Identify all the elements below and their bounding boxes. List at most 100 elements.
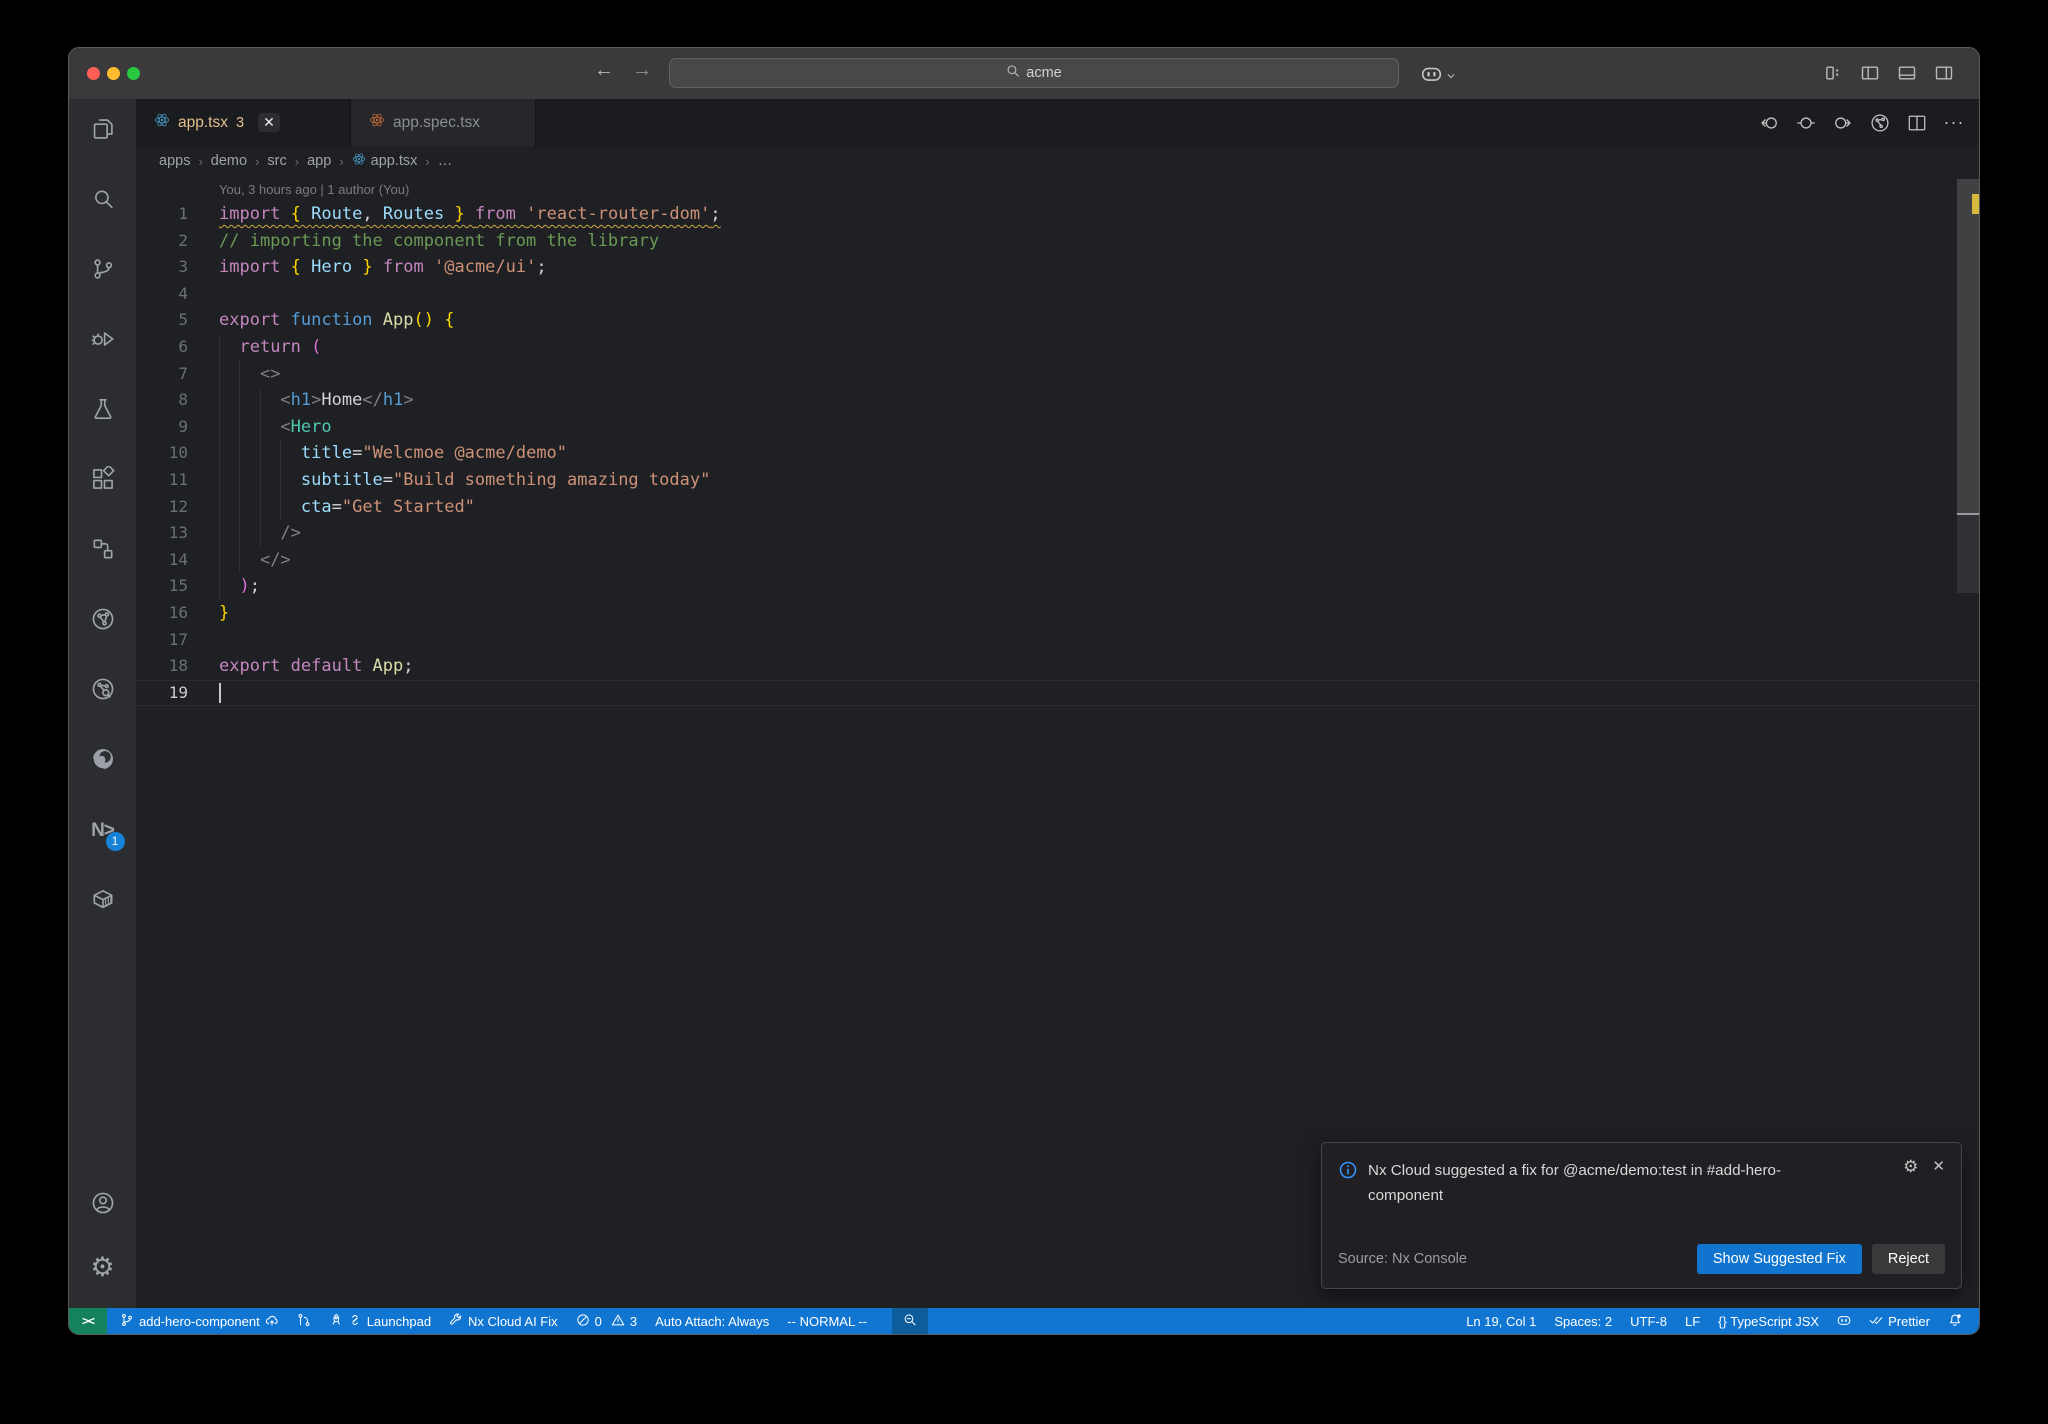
activity-item-project-graph[interactable] (90, 538, 116, 564)
activity-item-containers[interactable] (90, 888, 116, 914)
status-formatter[interactable]: Prettier (1862, 1308, 1937, 1334)
tab-app.spec.tsx[interactable]: app.spec.tsx (351, 99, 536, 146)
line-number: 5 (178, 310, 188, 330)
command-center-search[interactable]: acme (669, 58, 1399, 88)
breadcrumb-more[interactable]: … (438, 153, 453, 169)
toggle-primary-sidebar-icon[interactable] (1860, 63, 1880, 83)
code-line-5[interactable]: 5 export function App() { (136, 307, 1979, 334)
git-blame-codelens[interactable]: You, 3 hours ago | 1 author (You) (219, 182, 1979, 199)
status-launchpad[interactable]: Launchpad (322, 1308, 438, 1334)
activity-item-testing[interactable] (90, 398, 116, 424)
activity-item-nx-console[interactable]: N> 1 (90, 818, 125, 851)
code-line-4[interactable]: 4 (136, 281, 1979, 308)
breadcrumb-item[interactable]: app (307, 153, 331, 169)
code-editor[interactable]: You, 3 hours ago | 1 author (You) 1 impo… (136, 176, 1979, 1308)
nav-forward-icon[interactable] (1832, 112, 1854, 134)
graph-icon (297, 1313, 311, 1330)
navigate-back-button[interactable]: ← (594, 59, 614, 82)
line-number: 18 (168, 656, 188, 676)
status-indentation[interactable]: Spaces: 2 (1547, 1308, 1619, 1334)
toggle-panel-icon[interactable] (1897, 63, 1917, 83)
status-nx-cloud-ai-fix[interactable]: Nx Cloud AI Fix (442, 1308, 565, 1334)
split-editor-icon[interactable] (1906, 112, 1928, 134)
code-line-10[interactable]: 10 title="Welcmoe @acme/demo" (136, 440, 1979, 467)
code-line-8[interactable]: 8 <h1>Home</h1> (136, 387, 1979, 414)
status-cursor-position[interactable]: Ln 19, Col 1 (1459, 1308, 1543, 1334)
status-encoding[interactable]: UTF-8 (1623, 1308, 1674, 1334)
breadcrumb-item[interactable]: apps (159, 153, 190, 169)
code-line-1[interactable]: 1 import { Route, Routes } from 'react-r… (136, 201, 1979, 228)
status-git-graph[interactable] (290, 1308, 318, 1334)
activity-item-nx-inspect[interactable] (90, 678, 116, 704)
scrollbar-thumb[interactable] (1957, 179, 1979, 513)
wrench-icon (449, 1313, 463, 1330)
copilot-menu-button[interactable] (1421, 63, 1456, 89)
activity-item-search[interactable] (90, 188, 116, 214)
close-tab-icon[interactable]: ✕ (258, 113, 280, 132)
code-line-16[interactable]: 16 } (136, 600, 1979, 627)
run-target-icon[interactable] (1869, 112, 1891, 134)
bell-dot-icon (1948, 1313, 1962, 1330)
code-line-3[interactable]: 3 import { Hero } from '@acme/ui'; (136, 254, 1979, 281)
navigate-forward-button[interactable]: → (632, 59, 652, 82)
customize-layout-icon[interactable] (1823, 63, 1843, 83)
code-line-2[interactable]: 2 // importing the component from the li… (136, 228, 1979, 255)
nav-position-icon[interactable] (1795, 112, 1817, 134)
breadcrumb-item[interactable]: src (267, 153, 286, 169)
nav-back-icon[interactable] (1758, 112, 1780, 134)
code-line-9[interactable]: 9 <Hero (136, 413, 1979, 441)
status-vim-mode[interactable]: -- NORMAL -- (780, 1308, 874, 1334)
toggle-secondary-sidebar-icon[interactable] (1934, 63, 1954, 83)
activity-item-accounts[interactable] (90, 1192, 116, 1218)
activity-item-nx-run[interactable] (90, 608, 116, 634)
code-line-12[interactable]: 12 cta="Get Started" (136, 493, 1979, 521)
more-actions-icon[interactable]: ··· (1943, 112, 1965, 134)
activity-item-extensions[interactable] (90, 464, 116, 494)
tab-app.tsx[interactable]: app.tsx 3 ✕ (136, 99, 351, 146)
editor-scrollbar[interactable] (1957, 176, 1979, 1308)
line-number: 10 (168, 443, 188, 463)
line-number: 11 (168, 469, 188, 489)
code-line-18[interactable]: 18 export default App; (136, 653, 1979, 680)
activity-item-settings[interactable]: ⚙ (90, 1253, 116, 1280)
status-problems[interactable]: 03 (569, 1308, 644, 1334)
close-button[interactable] (87, 67, 100, 80)
status-copilot-status[interactable] (1830, 1308, 1858, 1334)
breadcrumb-item[interactable]: demo (211, 153, 247, 169)
code-line-6[interactable]: 6 return ( (136, 333, 1979, 361)
cursor-position-label: Ln 19, Col 1 (1466, 1313, 1537, 1329)
react-icon (154, 112, 170, 133)
status-auto-attach[interactable]: Auto Attach: Always (648, 1308, 776, 1334)
notification-close-icon[interactable]: ✕ (1932, 1158, 1945, 1176)
activity-item-run-debug[interactable] (90, 328, 116, 354)
nx-console-badge: 1 (105, 832, 125, 851)
breadcrumb-file[interactable]: app.tsx (352, 152, 417, 170)
code-line-14[interactable]: 14 </> (136, 546, 1979, 574)
activity-item-source-control[interactable] (90, 258, 116, 284)
source-control-icon (90, 256, 116, 287)
code-line-7[interactable]: 7 <> (136, 360, 1979, 388)
status-zoom-indicator[interactable] (891, 1308, 928, 1334)
show-suggested-fix-button[interactable]: Show Suggested Fix (1696, 1244, 1862, 1274)
code-line-13[interactable]: 13 /> (136, 520, 1979, 547)
code-line-15[interactable]: 15 ); (136, 573, 1979, 600)
code-line-19[interactable]: 19 (136, 680, 1979, 707)
status-git-branch[interactable]: add-hero-component (113, 1308, 286, 1334)
code-line-11[interactable]: 11 subtitle="Build something amazing tod… (136, 466, 1979, 494)
status-eol[interactable]: LF (1678, 1308, 1707, 1334)
notification-settings-gear-icon[interactable]: ⚙ (1903, 1158, 1918, 1175)
zoom-button[interactable] (127, 67, 140, 80)
minimize-button[interactable] (107, 67, 120, 80)
status-notifications[interactable] (1941, 1308, 1969, 1334)
status-language-mode[interactable]: {} TypeScript JSX (1711, 1308, 1826, 1334)
cloud-up-icon (265, 1313, 279, 1330)
activity-item-edge-tools[interactable] (90, 748, 116, 774)
code-line-17[interactable]: 17 (136, 627, 1979, 654)
activity-item-explorer[interactable] (90, 118, 116, 144)
line-number: 12 (168, 496, 188, 516)
remote-indicator[interactable]: >< (69, 1308, 107, 1334)
warning-icon (611, 1313, 625, 1330)
reject-button[interactable]: Reject (1871, 1244, 1945, 1274)
line-number: 1 (178, 204, 188, 223)
window-controls (87, 67, 140, 80)
